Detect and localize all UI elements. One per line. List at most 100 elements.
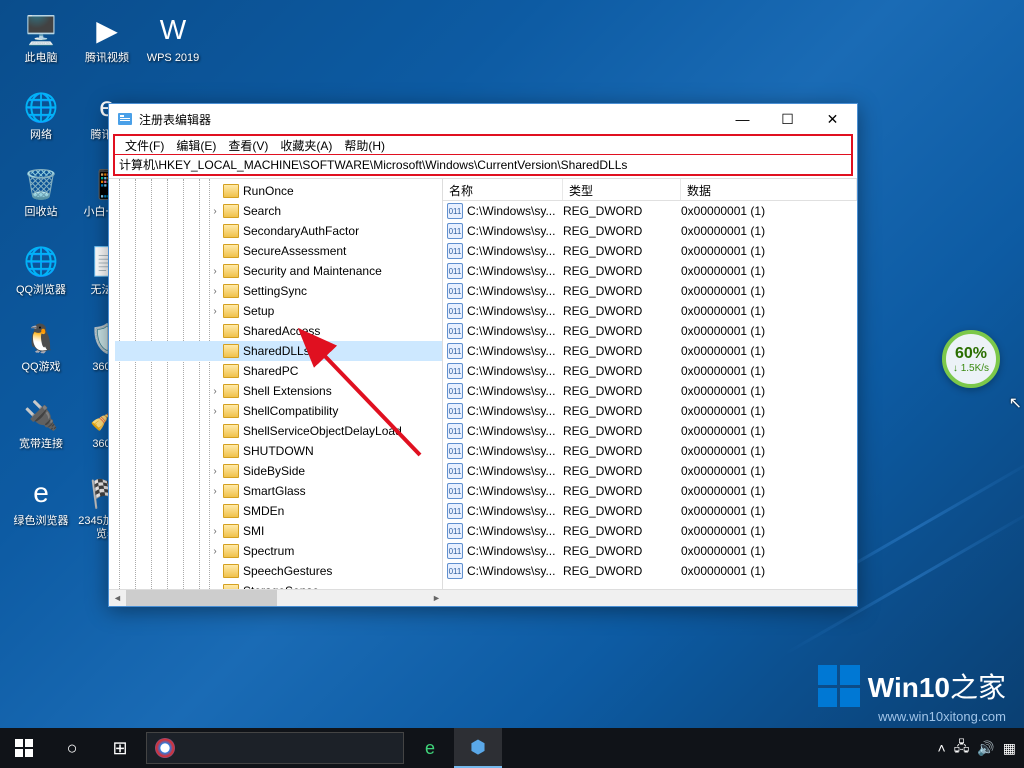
expand-icon[interactable]: ›	[209, 586, 221, 590]
list-row[interactable]: 011C:\Windows\sy...REG_DWORD0x00000001 (…	[443, 481, 857, 501]
dword-icon: 011	[447, 403, 463, 419]
tree-item[interactable]: SharedPC	[115, 361, 442, 381]
row-data: 0x00000001 (1)	[681, 424, 857, 438]
tree-item[interactable]: ›Security and Maintenance	[115, 261, 442, 281]
row-data: 0x00000001 (1)	[681, 304, 857, 318]
col-header-name[interactable]: 名称	[443, 179, 563, 200]
list-row[interactable]: 011C:\Windows\sy...REG_DWORD0x00000001 (…	[443, 421, 857, 441]
tree-item[interactable]: ›Setup	[115, 301, 442, 321]
list-row[interactable]: 011C:\Windows\sy...REG_DWORD0x00000001 (…	[443, 361, 857, 381]
tray-ime-icon[interactable]: ▦	[1003, 740, 1016, 757]
tray-network-icon[interactable]: 🖧	[954, 736, 970, 760]
watermark-title-a: Win10	[868, 672, 950, 703]
taskbar-app-regedit[interactable]: ⬢	[454, 728, 502, 768]
expand-icon[interactable]: ›	[209, 466, 221, 477]
menu-item[interactable]: 收藏夹(A)	[276, 137, 336, 154]
list-row[interactable]: 011C:\Windows\sy...REG_DWORD0x00000001 (…	[443, 441, 857, 461]
tray-chevron-icon[interactable]: ˄	[938, 740, 946, 756]
dword-icon: 011	[447, 563, 463, 579]
menu-item[interactable]: 帮助(H)	[340, 137, 389, 154]
folder-icon	[223, 244, 239, 258]
desktop-icon[interactable]: WWPS 2019	[144, 10, 202, 65]
tree-item[interactable]: SharedAccess	[115, 321, 442, 341]
tree-item[interactable]: RunOnce	[115, 181, 442, 201]
network-speed-widget[interactable]: 60% ↓ 1.5K/s	[942, 330, 1000, 388]
list-row[interactable]: 011C:\Windows\sy...REG_DWORD0x00000001 (…	[443, 261, 857, 281]
list-row[interactable]: 011C:\Windows\sy...REG_DWORD0x00000001 (…	[443, 381, 857, 401]
menu-item[interactable]: 文件(F)	[121, 137, 168, 154]
cortana-button[interactable]: ○	[48, 728, 96, 768]
expand-icon[interactable]: ›	[209, 266, 221, 277]
close-button[interactable]: ✕	[810, 105, 855, 134]
tree-item[interactable]: ›SMI	[115, 521, 442, 541]
tree-item[interactable]: ›ShellCompatibility	[115, 401, 442, 421]
desktop-icon[interactable]: 🗑️回收站	[12, 164, 70, 219]
menu-item[interactable]: 查看(V)	[224, 137, 272, 154]
list-body[interactable]: 011C:\Windows\sy...REG_DWORD0x00000001 (…	[443, 201, 857, 589]
minimize-button[interactable]: —	[720, 105, 765, 134]
tree-item[interactable]: SMDEn	[115, 501, 442, 521]
tree-item[interactable]: ›StorageSense	[115, 581, 442, 589]
tree-item[interactable]: SecureAssessment	[115, 241, 442, 261]
col-header-data[interactable]: 数据	[681, 179, 857, 200]
desktop-icon[interactable]: 🌐网络	[12, 87, 70, 142]
tree-item[interactable]: SecondaryAuthFactor	[115, 221, 442, 241]
tree-item[interactable]: ShellServiceObjectDelayLoad	[115, 421, 442, 441]
expand-icon[interactable]: ›	[209, 526, 221, 537]
expand-icon[interactable]: ›	[209, 406, 221, 417]
list-row[interactable]: 011C:\Windows\sy...REG_DWORD0x00000001 (…	[443, 241, 857, 261]
address-bar[interactable]: 计算机\HKEY_LOCAL_MACHINE\SOFTWARE\Microsof…	[113, 154, 853, 176]
tree-item[interactable]: ›SettingSync	[115, 281, 442, 301]
tray-volume-icon[interactable]: 🔊	[977, 740, 994, 757]
horizontal-scrollbar[interactable]: ◄ ►	[109, 589, 857, 606]
col-header-type[interactable]: 类型	[563, 179, 681, 200]
maximize-button[interactable]: ☐	[765, 105, 810, 134]
expand-icon[interactable]: ›	[209, 286, 221, 297]
menu-item[interactable]: 编辑(E)	[172, 137, 220, 154]
list-row[interactable]: 011C:\Windows\sy...REG_DWORD0x00000001 (…	[443, 401, 857, 421]
tree-pane[interactable]: RunOnce›SearchSecondaryAuthFactorSecureA…	[109, 179, 443, 589]
taskbar-app-edge[interactable]: e	[406, 728, 454, 768]
scroll-thumb[interactable]	[126, 590, 277, 606]
expand-icon[interactable]: ›	[209, 206, 221, 217]
desktop-icon[interactable]: 🔌宽带连接	[12, 396, 70, 451]
tree-item[interactable]: ›Search	[115, 201, 442, 221]
task-view-button[interactable]: ⊞	[96, 728, 144, 768]
row-type: REG_DWORD	[563, 344, 681, 358]
taskbar-search[interactable]	[146, 732, 404, 764]
desktop-icon[interactable]: e绿色浏览器	[12, 473, 70, 541]
list-row[interactable]: 011C:\Windows\sy...REG_DWORD0x00000001 (…	[443, 561, 857, 581]
list-row[interactable]: 011C:\Windows\sy...REG_DWORD0x00000001 (…	[443, 301, 857, 321]
expand-icon[interactable]: ›	[209, 486, 221, 497]
list-row[interactable]: 011C:\Windows\sy...REG_DWORD0x00000001 (…	[443, 201, 857, 221]
expand-icon[interactable]: ›	[209, 386, 221, 397]
start-button[interactable]	[0, 728, 48, 768]
scroll-right-icon[interactable]: ►	[428, 590, 445, 606]
titlebar[interactable]: 注册表编辑器 — ☐ ✕	[109, 104, 857, 134]
list-row[interactable]: 011C:\Windows\sy...REG_DWORD0x00000001 (…	[443, 281, 857, 301]
tree-item[interactable]: SHUTDOWN	[115, 441, 442, 461]
list-row[interactable]: 011C:\Windows\sy...REG_DWORD0x00000001 (…	[443, 461, 857, 481]
desktop-icon[interactable]: 🌐QQ浏览器	[12, 242, 70, 297]
list-row[interactable]: 011C:\Windows\sy...REG_DWORD0x00000001 (…	[443, 521, 857, 541]
tree-item-label: SHUTDOWN	[243, 444, 314, 458]
list-row[interactable]: 011C:\Windows\sy...REG_DWORD0x00000001 (…	[443, 541, 857, 561]
tree-item[interactable]: ›SideBySide	[115, 461, 442, 481]
tree-item[interactable]: ›Shell Extensions	[115, 381, 442, 401]
list-row[interactable]: 011C:\Windows\sy...REG_DWORD0x00000001 (…	[443, 321, 857, 341]
list-header[interactable]: 名称 类型 数据	[443, 179, 857, 201]
desktop-icon[interactable]: 🖥️此电脑	[12, 10, 70, 65]
desktop-icon[interactable]: 🐧QQ游戏	[12, 319, 70, 374]
desktop-icon[interactable]: ▶腾讯视频	[78, 10, 136, 65]
scroll-left-icon[interactable]: ◄	[109, 590, 126, 606]
tree-item[interactable]: SharedDLLs	[115, 341, 442, 361]
expand-icon[interactable]: ›	[209, 306, 221, 317]
list-row[interactable]: 011C:\Windows\sy...REG_DWORD0x00000001 (…	[443, 221, 857, 241]
tree-item[interactable]: ›SmartGlass	[115, 481, 442, 501]
expand-icon[interactable]: ›	[209, 546, 221, 557]
tree-item[interactable]: ›Spectrum	[115, 541, 442, 561]
list-row[interactable]: 011C:\Windows\sy...REG_DWORD0x00000001 (…	[443, 501, 857, 521]
tree-item[interactable]: SpeechGestures	[115, 561, 442, 581]
list-row[interactable]: 011C:\Windows\sy...REG_DWORD0x00000001 (…	[443, 341, 857, 361]
search-engine-icon	[155, 738, 175, 758]
